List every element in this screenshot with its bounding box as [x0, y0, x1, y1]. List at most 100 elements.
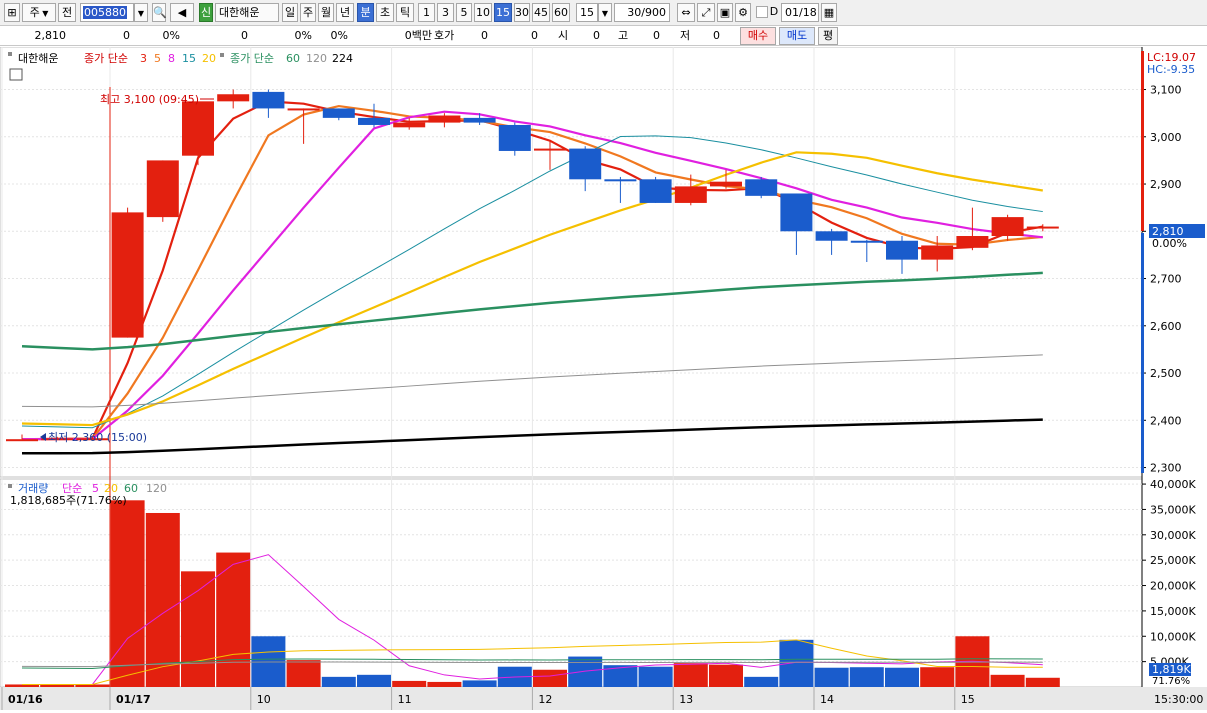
interval-button[interactable]: 15 [494, 3, 512, 22]
interval-button[interactable]: 5 [456, 3, 472, 22]
volume-tick-label: 35,000K [1150, 503, 1196, 516]
interval-button[interactable]: 45 [532, 3, 550, 22]
high-annotation: 최고 3,100 (09:45) [100, 93, 199, 106]
chart-area[interactable]: 3,1003,0002,9002,8002,7002,6002,5002,400… [0, 46, 1207, 710]
search-icon[interactable]: 🔍 [152, 3, 167, 22]
table-icon[interactable] [9, 68, 23, 81]
candle-body [780, 193, 813, 232]
candle-body [322, 108, 355, 118]
d-checkbox[interactable] [756, 6, 768, 18]
x-axis-label: 13 [679, 693, 693, 706]
price-tick-label: 2,500 [1150, 367, 1182, 380]
chart-toolbar: ⊞ 주 ▼ 전 005880 ▼ 🔍 ◀ 신 대한해운 일주월년분초틱 1351… [0, 0, 1207, 26]
volume-bar [638, 666, 673, 687]
lc-bar [1141, 51, 1144, 231]
volume-bar [849, 667, 884, 687]
candle-body [463, 117, 496, 123]
volume-current-label: 1,819K [1152, 663, 1191, 676]
volume-bar [814, 667, 849, 687]
volume-tick-label: 30,000K [1150, 529, 1196, 542]
calendar-icon[interactable]: ▦ [821, 3, 837, 22]
interval-button[interactable]: 1 [418, 3, 435, 22]
legend-ma-label: 종가 단순 [84, 52, 128, 65]
period-button[interactable]: 초 [376, 3, 394, 22]
stock-name-field[interactable]: 대한해운 [215, 3, 279, 22]
gear-icon[interactable]: ⚙ [735, 3, 751, 22]
period-button[interactable]: 년 [336, 3, 354, 22]
interval-button[interactable]: 30 [514, 3, 530, 22]
x-axis-label: 01/16 [8, 693, 43, 706]
period-button[interactable]: 월 [318, 3, 334, 22]
hc-label: HC:-9.35 [1147, 63, 1195, 76]
candle-body [498, 124, 531, 151]
legend-ma120: 120 [306, 52, 327, 65]
price-panel [0, 46, 1143, 478]
candle-body [886, 240, 918, 260]
price-tick-label: 2,400 [1150, 414, 1182, 427]
volume-bar [110, 500, 145, 687]
candle-body [393, 122, 426, 128]
current-price: 2,810 [34, 29, 67, 42]
x-axis-label: 01/17 [116, 693, 151, 706]
candle-body [956, 236, 989, 248]
x-axis-label: 10 [257, 693, 271, 706]
volume-bar [462, 680, 497, 687]
hc-bar [1141, 233, 1144, 473]
volume-bar [568, 656, 603, 687]
stock-chart[interactable]: 3,1003,0002,9002,8002,7002,6002,5002,400… [0, 46, 1207, 710]
interval-button[interactable]: 3 [437, 3, 454, 22]
candle-body [991, 217, 1024, 237]
volume-bar [181, 571, 215, 687]
time-axis-panel [0, 687, 1207, 710]
volume-legend-ma120: 120 [146, 482, 167, 495]
volume-bar [321, 676, 356, 687]
count-input[interactable]: 30/900 [614, 3, 670, 22]
period-button[interactable]: 주 [300, 3, 316, 22]
interval-button[interactable]: 10 [474, 3, 492, 22]
sell-button[interactable]: 매도 [779, 27, 815, 45]
period-button[interactable]: 분 [357, 3, 374, 22]
candle-body [569, 148, 602, 180]
save-icon[interactable]: ▣ [717, 3, 733, 22]
line-tool-icon[interactable]: ⤢ [697, 3, 715, 22]
volume-bar [990, 674, 1025, 687]
interval-button[interactable]: 60 [552, 3, 570, 22]
volume-bar [885, 667, 919, 687]
stock-code-input[interactable]: 005880 [80, 3, 134, 22]
chart-settings-icon[interactable]: ⊞ [4, 3, 20, 22]
stock-code-dropdown[interactable]: ▼ [134, 3, 148, 22]
chart-type-value: 주 [29, 6, 40, 19]
price-tick-label: 3,100 [1150, 84, 1182, 97]
price-change-pct: 0% [162, 29, 180, 42]
date-input[interactable]: 01/18 [781, 3, 819, 22]
candle-body [182, 101, 214, 156]
time-axis-clock: 15:30:00 [1154, 693, 1203, 706]
hoga-label: 호가 [434, 29, 455, 42]
legend-ma5: 5 [154, 52, 161, 65]
buy-button[interactable]: 매수 [740, 27, 776, 45]
volume-bar [709, 664, 743, 687]
volume-bar [533, 669, 567, 687]
new-badge: 신 [199, 3, 213, 22]
high-label: 고 [618, 29, 629, 42]
chart-type-select[interactable]: 주 ▼ [22, 3, 56, 22]
price-tick-label: 3,000 [1150, 131, 1182, 144]
interval-dropdown[interactable]: ▼ [598, 3, 612, 22]
hoga-value-1: 0 [481, 29, 488, 42]
stock-code-value: 005880 [83, 6, 127, 19]
legend-ma20: 20 [202, 52, 216, 65]
period-button[interactable]: 일 [282, 3, 298, 22]
candle-body [534, 148, 566, 151]
volume-pct: 0% [294, 29, 312, 42]
volume-bar [145, 512, 180, 687]
volume-tick-label: 25,000K [1150, 554, 1196, 567]
speaker-icon[interactable]: ◀ [170, 3, 194, 22]
prev-button[interactable]: 전 [58, 3, 76, 22]
legend-ma8: 8 [168, 52, 175, 65]
zoom-icon[interactable]: ⇔ [677, 3, 695, 22]
candle-body [217, 94, 250, 102]
interval-value-input[interactable]: 15 [576, 3, 598, 22]
volume-bar [744, 676, 779, 687]
flat-button[interactable]: 평 [818, 27, 838, 45]
period-button[interactable]: 틱 [396, 3, 414, 22]
